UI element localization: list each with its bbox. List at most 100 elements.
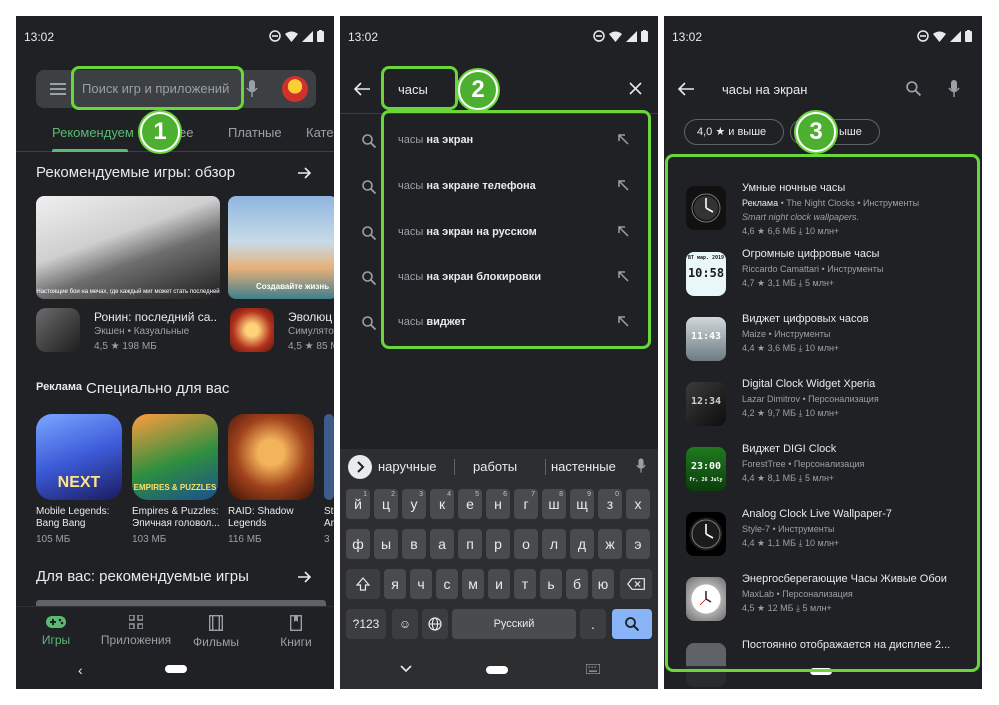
menu-icon[interactable] <box>50 82 66 96</box>
status-bar: 13:02 <box>16 16 334 52</box>
keyboard-suggestion[interactable]: работы <box>473 459 517 474</box>
key[interactable]: ы <box>374 529 398 559</box>
key[interactable]: л <box>542 529 566 559</box>
key[interactable]: 3у <box>402 489 426 519</box>
card-app-name[interactable]: Empires & Puzzles: Эпичная головол... <box>132 506 222 530</box>
back-icon[interactable]: ‹ <box>78 662 83 678</box>
keyboard-suggestion[interactable]: настенные <box>551 459 616 474</box>
mic-icon[interactable] <box>246 80 258 98</box>
home-pill[interactable] <box>486 666 508 674</box>
key[interactable]: х <box>626 489 650 519</box>
nav-games[interactable]: Игры <box>16 611 96 649</box>
key[interactable]: э <box>626 529 650 559</box>
battery-icon <box>965 30 972 42</box>
key[interactable]: т <box>514 569 536 599</box>
nav-apps[interactable]: Приложения <box>96 611 176 649</box>
app-icon-raid[interactable] <box>228 414 314 500</box>
thumbnail-caption: Настоящие бои на мечах, где каждый миг м… <box>36 289 220 295</box>
app-icon-mobile-legends[interactable]: NEXT <box>36 414 122 500</box>
key-hint: 4 <box>447 491 451 498</box>
nav-books[interactable]: Книги <box>256 611 334 651</box>
key[interactable]: 0з <box>598 489 622 519</box>
video-thumbnail-ronin[interactable]: Настоящие бои на мечах, где каждый миг м… <box>36 196 220 299</box>
key[interactable]: ж <box>598 529 622 559</box>
wifi-icon <box>285 31 298 42</box>
card-app-name[interactable]: Mobile Legends: Bang Bang <box>36 506 126 530</box>
app-icon-partial[interactable] <box>324 414 334 500</box>
key[interactable]: р <box>486 529 510 559</box>
home-pill[interactable] <box>165 665 187 673</box>
globe-icon[interactable] <box>422 609 448 639</box>
card-app-name[interactable]: RAID: Shadow Legends <box>228 506 318 530</box>
key[interactable]: 6н <box>486 489 510 519</box>
arrow-right-icon[interactable] <box>298 570 312 584</box>
app-icon-ronin[interactable] <box>36 308 80 352</box>
space-key[interactable]: Русский <box>452 609 576 639</box>
mic-icon[interactable] <box>948 80 960 98</box>
back-arrow-icon[interactable] <box>678 82 694 96</box>
search-key[interactable] <box>612 609 652 639</box>
card-app-size: 103 МБ <box>132 534 167 545</box>
key[interactable]: п <box>458 529 482 559</box>
avatar[interactable] <box>282 76 308 102</box>
app-icon-evolution[interactable] <box>230 308 274 352</box>
key[interactable]: м <box>462 569 484 599</box>
key[interactable]: 4к <box>430 489 454 519</box>
app-name[interactable]: Эволюц <box>288 310 334 324</box>
chevron-down-icon[interactable] <box>400 665 412 673</box>
key[interactable]: ф <box>346 529 370 559</box>
apps-grid-icon <box>129 615 143 629</box>
highlight-search-bar <box>71 66 244 110</box>
shift-key[interactable] <box>346 569 380 599</box>
search-icon[interactable] <box>906 81 921 96</box>
wifi-icon <box>933 31 946 42</box>
chevron-right-icon[interactable] <box>348 455 372 479</box>
emoji-key[interactable]: ☺ <box>392 609 418 639</box>
key[interactable]: 2ц <box>374 489 398 519</box>
do-not-disturb-icon <box>269 30 281 42</box>
app-icon-empires-puzzles[interactable]: EMPIRES & PUZZLES <box>132 414 218 500</box>
nav-movies[interactable]: Фильмы <box>176 611 256 651</box>
key[interactable]: 1й <box>346 489 370 519</box>
key[interactable]: я <box>384 569 406 599</box>
key[interactable]: и <box>488 569 510 599</box>
card-app-size: 116 МБ <box>228 534 262 545</box>
filter-chip-rating[interactable]: 4,0 ★ и выше <box>684 119 784 145</box>
section-title-games-overview: Рекомендуемые игры: обзор <box>36 164 236 181</box>
key[interactable]: б <box>566 569 588 599</box>
key-hint: 9 <box>587 491 591 498</box>
keyboard-suggestion[interactable]: наручные <box>378 459 437 474</box>
key[interactable]: ч <box>410 569 432 599</box>
book-icon <box>290 615 302 631</box>
key[interactable]: 8ш <box>542 489 566 519</box>
key[interactable]: а <box>430 529 454 559</box>
tab-top[interactable]: ее <box>179 125 193 140</box>
key[interactable]: 9щ <box>570 489 594 519</box>
key[interactable]: д <box>570 529 594 559</box>
key[interactable]: ь <box>540 569 562 599</box>
video-thumbnail-evolution[interactable]: Создавайте жизнь <box>228 196 334 299</box>
key[interactable]: в <box>402 529 426 559</box>
close-icon[interactable] <box>629 82 642 95</box>
period-key[interactable]: . <box>580 609 606 639</box>
backspace-key[interactable] <box>620 569 652 599</box>
key[interactable]: 5е <box>458 489 482 519</box>
search-query[interactable]: часы на экран <box>722 82 807 97</box>
arrow-right-icon[interactable] <box>298 166 312 180</box>
key[interactable]: 7г <box>514 489 538 519</box>
tab-paid[interactable]: Платные <box>228 125 282 140</box>
key[interactable]: о <box>514 529 538 559</box>
back-arrow-icon[interactable] <box>354 82 370 96</box>
app-name[interactable]: Ронин: последний са... <box>94 310 218 324</box>
symbols-key[interactable]: ?123 <box>346 609 386 639</box>
card-app-name[interactable]: St Ar <box>324 506 334 530</box>
mic-icon[interactable] <box>636 458 646 474</box>
key[interactable]: с <box>436 569 458 599</box>
status-icons <box>917 29 972 43</box>
signal-icon <box>302 30 313 42</box>
tab-categories[interactable]: Кате <box>306 125 334 140</box>
key[interactable]: ю <box>592 569 614 599</box>
tab-recommended[interactable]: Рекомендуем <box>52 125 134 140</box>
keyboard-switch-icon[interactable] <box>586 664 600 674</box>
key-hint: 3 <box>419 491 423 498</box>
